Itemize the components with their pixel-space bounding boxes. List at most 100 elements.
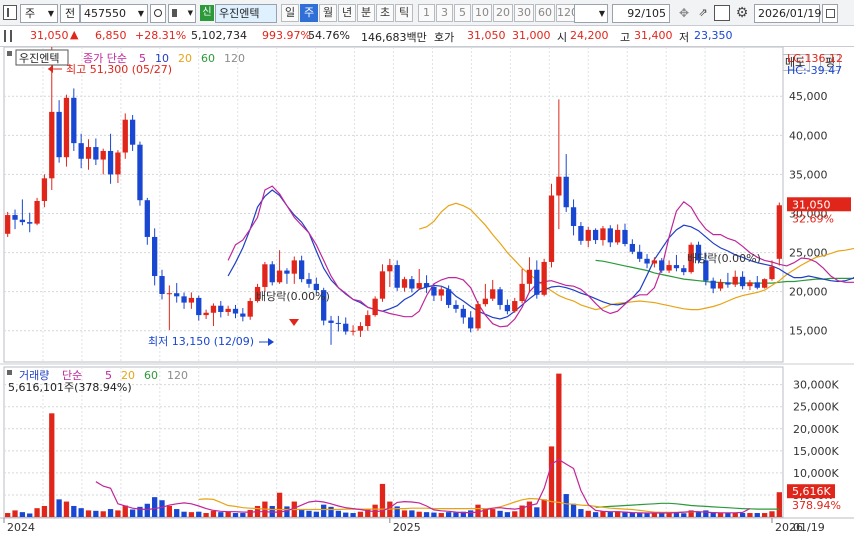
- volume-bar: [298, 509, 305, 517]
- compare-icon[interactable]: ⇗: [695, 5, 711, 21]
- sound-button[interactable]: ▼: [168, 4, 196, 23]
- tab-period-3[interactable]: 년: [338, 4, 356, 22]
- ask-price-2: 31,000: [512, 29, 551, 42]
- candle-body: [357, 326, 364, 331]
- candle-body: [710, 280, 716, 289]
- candle-body: [144, 200, 150, 237]
- stock-code-input[interactable]: 457550 ▼: [80, 4, 148, 23]
- volume-bar: [240, 513, 246, 517]
- volume-bar: [622, 512, 628, 517]
- candle-body: [512, 301, 518, 312]
- candle-body: [12, 215, 18, 220]
- save-icon[interactable]: [714, 5, 730, 21]
- volume-bar: [19, 512, 26, 517]
- date-field[interactable]: 2026/01/19: [754, 4, 821, 23]
- search-button[interactable]: [150, 4, 166, 23]
- market-select[interactable]: 주 ▼: [20, 4, 58, 23]
- interval-button-3[interactable]: 3: [436, 4, 453, 22]
- volume-bar: [107, 509, 114, 517]
- volume-bar: [152, 497, 158, 517]
- candle-body: [490, 289, 496, 299]
- candle-body: [306, 279, 312, 284]
- volume-bar: [122, 505, 128, 517]
- legend-stock-name: 우진엔텍: [19, 52, 59, 65]
- candle-body: [416, 283, 422, 289]
- candle-body: [343, 323, 349, 332]
- volume-bar: [335, 510, 342, 517]
- chevron-down-icon: ▼: [137, 9, 144, 18]
- interval-button-10[interactable]: 10: [472, 4, 492, 22]
- volume-bar: [188, 512, 195, 517]
- crosshair-icon[interactable]: ✥: [676, 5, 692, 21]
- candle-body: [107, 150, 114, 175]
- x-tick-label: 2025: [393, 521, 421, 534]
- current-pct-label: 32.69%: [792, 212, 834, 225]
- tab-period-0[interactable]: 일: [281, 4, 299, 22]
- volume-bar: [592, 512, 599, 517]
- candle-body: [232, 308, 239, 314]
- candle-body: [460, 308, 466, 318]
- candle-body: [240, 313, 246, 317]
- quote-menu-icon[interactable]: [4, 30, 12, 42]
- candle-body: [19, 219, 26, 223]
- price-tick-label: 35,000: [789, 168, 828, 181]
- volume-bar: [695, 511, 702, 517]
- stock-chart[interactable]: 15,00020,00025,00030,00035,00040,00045,0…: [0, 47, 854, 543]
- candle-body: [210, 305, 217, 313]
- volume-bar: [166, 505, 172, 517]
- chevron-down-icon: ▼: [598, 9, 605, 18]
- interval-button-60[interactable]: 60: [535, 4, 555, 22]
- candle-body: [291, 260, 297, 274]
- stock-name-field: 우진엔텍: [215, 4, 277, 23]
- interval-custom-input[interactable]: ▼: [574, 4, 608, 23]
- volume-bar: [585, 510, 591, 517]
- price-tick-label: 25,000: [789, 247, 828, 260]
- gear-icon[interactable]: ⚙: [734, 4, 750, 22]
- volume-bar: [232, 513, 239, 517]
- volume-bar: [717, 513, 724, 517]
- open-label: 시: [557, 31, 568, 44]
- tab-period-1[interactable]: 주: [300, 4, 318, 22]
- candle-body: [607, 228, 613, 243]
- candle-body: [482, 298, 489, 305]
- candle-body: [63, 97, 70, 158]
- volume-bar: [607, 511, 613, 517]
- volume-bar: [747, 513, 753, 517]
- volume-bar: [497, 510, 503, 517]
- calendar-button[interactable]: [822, 4, 838, 23]
- search-icon: [154, 9, 162, 17]
- candle-body: [644, 258, 650, 264]
- volume-bar: [93, 510, 99, 517]
- page-count-field[interactable]: 92/105: [612, 4, 670, 23]
- volume-tick-label: 30,000K: [793, 379, 839, 392]
- candle-body: [615, 229, 621, 243]
- volume-bar: [776, 492, 782, 517]
- volume-tick-label: 20,000K: [793, 423, 839, 436]
- candle-body: [5, 215, 11, 234]
- volume-tick-label: 15,000K: [793, 445, 839, 458]
- volume-bar: [49, 413, 55, 517]
- candle-body: [666, 265, 672, 271]
- candle-body: [203, 312, 209, 316]
- tab-period-5[interactable]: 초: [376, 4, 394, 22]
- candle-body: [188, 297, 195, 303]
- interval-button-30[interactable]: 30: [514, 4, 534, 22]
- interval-button-1[interactable]: 1: [418, 4, 435, 22]
- candle-body: [262, 264, 268, 287]
- interval-button-20[interactable]: 20: [493, 4, 513, 22]
- interval-button-5[interactable]: 5: [454, 4, 471, 22]
- layout-icon[interactable]: [3, 5, 17, 20]
- volume-bar: [78, 508, 84, 517]
- candle-body: [717, 282, 724, 289]
- tab-period-6[interactable]: 틱: [395, 4, 413, 22]
- volume-bar: [350, 513, 356, 517]
- volume-bar: [504, 512, 511, 517]
- tab-period-4[interactable]: 분: [357, 4, 375, 22]
- tab-period-2[interactable]: 월: [319, 4, 337, 22]
- candle-body: [129, 119, 136, 145]
- candle-body: [365, 315, 371, 327]
- volume-bar: [445, 512, 452, 517]
- code-prefix-select[interactable]: 전: [60, 4, 80, 23]
- volume-legend-ma-60: 60: [144, 369, 158, 382]
- volume-bar: [12, 510, 18, 517]
